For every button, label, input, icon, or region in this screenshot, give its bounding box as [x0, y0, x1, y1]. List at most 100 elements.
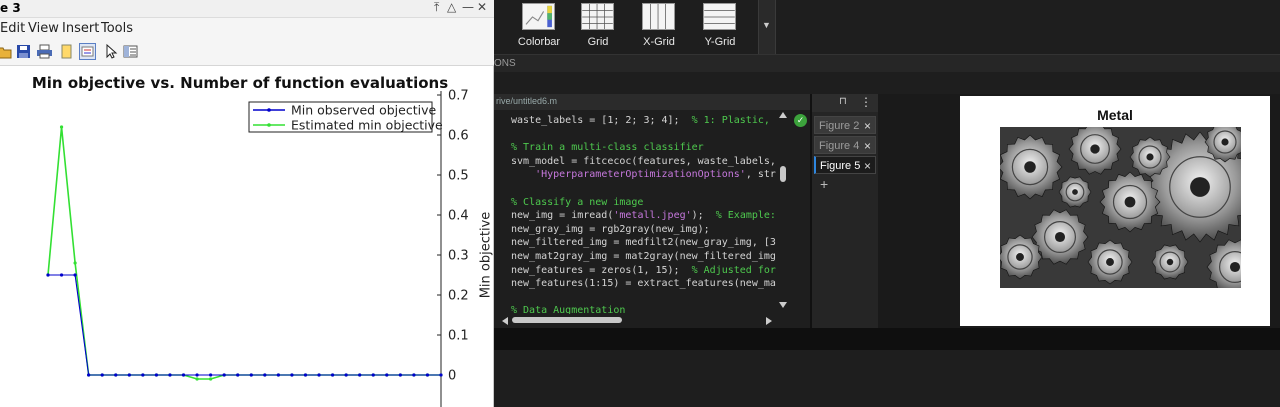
- objective-plot[interactable]: 0 0.1 0.2 0.3 0.4 0.5 0.6 0.7 Min observed objec…: [0, 0, 494, 407]
- colorbar-icon: [522, 3, 555, 30]
- series-point-0: [263, 373, 267, 377]
- y-tick-label: 0: [448, 369, 456, 384]
- code-token: % 1: Plastic, 2: [691, 115, 782, 126]
- series-line-1: [47, 126, 441, 380]
- close-icon[interactable]: ×: [864, 117, 871, 135]
- code-token: 'HyperparameterOptimizationOptions': [535, 169, 746, 181]
- editor-vertical-scroll-thumb[interactable]: [780, 166, 786, 182]
- grid-icon: [581, 3, 614, 30]
- series-point-0: [209, 373, 213, 377]
- command-window[interactable]: [494, 350, 1280, 407]
- series-point-0: [439, 373, 443, 377]
- matlab-ribbon: Colorbar Grid X-Grid Y-Grid ▼ ONS: [494, 0, 1280, 73]
- scroll-down-icon[interactable]: [779, 302, 787, 308]
- series-point-0: [168, 373, 172, 377]
- code-token: new_features = zeros(1, 15);: [511, 264, 692, 276]
- series-point-0: [181, 373, 186, 377]
- metal-figure-title: Metal: [1097, 107, 1133, 123]
- series-point-0: [87, 373, 91, 377]
- series-line-0: [48, 274, 441, 376]
- code-line: svm_model = fitcecoc(features, waste_lab…: [511, 156, 782, 167]
- series-point-0: [385, 373, 389, 377]
- series-point-0: [236, 373, 240, 377]
- code-line: % Classify a new image: [511, 197, 643, 208]
- code-token: );: [691, 210, 716, 222]
- code-token: % Example:: [715, 210, 776, 222]
- tab-figure-5[interactable]: Figure 5 ×: [814, 156, 876, 174]
- code-editor[interactable]: waste_labels = [1; 2; 3; 4]; % 1: Plasti…: [494, 110, 790, 328]
- code-line: % Train a multi-class classifier: [511, 142, 704, 153]
- y-grid-button[interactable]: Y-Grid: [692, 0, 748, 54]
- code-token: waste_labels = [1; 2; 3; 4];: [511, 115, 692, 126]
- code-line: new_mat2gray_img = mat2gray(new_filtered…: [511, 251, 782, 262]
- series-point-0: [303, 373, 308, 377]
- add-figure-button[interactable]: +: [820, 176, 828, 192]
- code-token: new_mat2gray_img = mat2gray(new_filtered…: [511, 251, 782, 262]
- code-token: new_filtered_img = medfilt2(new_gray_img…: [511, 237, 776, 249]
- editor-file-path: rive/untitled6.m: [496, 96, 558, 106]
- gear-shape: [1099, 171, 1161, 233]
- series-point-0: [222, 373, 226, 377]
- scroll-left-icon[interactable]: [502, 317, 508, 325]
- code-token: % Adjusted for: [691, 264, 776, 276]
- ribbon-divider: [775, 0, 776, 54]
- code-line: waste_labels = [1; 2; 3; 4]; % 1: Plasti…: [511, 115, 782, 126]
- code-token: % Classify a new image: [511, 196, 644, 208]
- editor-vertical-scrollbar[interactable]: [776, 110, 790, 314]
- gear-shape: [1000, 134, 1063, 200]
- series-point-0: [127, 373, 131, 377]
- x-grid-button[interactable]: X-Grid: [631, 0, 687, 54]
- grid-button[interactable]: Grid: [570, 0, 626, 54]
- metal-figure[interactable]: Metal: [960, 96, 1270, 326]
- tab-figure-4[interactable]: Figure 4 ×: [814, 136, 876, 154]
- code-token: new_img = imread(: [511, 210, 614, 222]
- close-icon[interactable]: ×: [864, 137, 871, 155]
- code-token: 'metall.jpeg': [613, 210, 692, 222]
- code-line: new_img = imread('metall.jpeg'); % Examp…: [511, 210, 776, 221]
- ribbon-section-label: ONS: [494, 58, 516, 69]
- code-token: new_features(1:15) = extract_features(ne…: [511, 278, 782, 290]
- series-point-0: [249, 373, 253, 377]
- scroll-up-icon[interactable]: [779, 112, 787, 118]
- tab-label: Figure 5: [820, 160, 861, 172]
- close-icon[interactable]: ×: [864, 157, 871, 175]
- y-tick-label: 0.6: [448, 129, 469, 144]
- series-point-0: [59, 273, 64, 277]
- figure-tabs-header: ⊓ ⋮: [812, 94, 878, 112]
- layout-icon[interactable]: ⊓: [839, 96, 847, 107]
- code-line: new_features(1:15) = extract_features(ne…: [511, 278, 782, 289]
- tab-label: Figure 4: [819, 140, 860, 152]
- code-analyzer-ok-icon[interactable]: ✓: [794, 114, 807, 127]
- legend-marker: [267, 123, 271, 127]
- series-point-1: [209, 377, 213, 381]
- colorbar-button[interactable]: Colorbar: [511, 0, 567, 54]
- editor-horizontal-scrollbar[interactable]: [500, 314, 776, 326]
- series-point-0: [412, 373, 416, 377]
- gears-image: [1000, 127, 1241, 288]
- editor-horizontal-scroll-thumb[interactable]: [512, 317, 622, 323]
- more-options-icon[interactable]: ⋮: [860, 95, 872, 109]
- series-point-0: [141, 373, 145, 377]
- code-line: new_features = zeros(1, 15); % Adjusted …: [511, 265, 776, 276]
- x-grid-icon: [642, 3, 675, 30]
- series-point-0: [344, 373, 348, 377]
- code-line: new_filtered_img = medfilt2(new_gray_img…: [511, 237, 776, 248]
- scroll-right-icon[interactable]: [766, 317, 772, 325]
- ribbon-gap: [494, 72, 1280, 94]
- y-tick-label: 0.4: [448, 209, 469, 224]
- y-tick-label: 0.3: [448, 249, 469, 264]
- code-line: new_gray_img = rgb2gray(new_img);: [511, 224, 710, 235]
- series-point-0: [195, 373, 199, 377]
- legend-entry: Estimated min objective: [291, 118, 443, 133]
- y-axis-label: Min objective: [478, 211, 494, 299]
- series-point-0: [276, 373, 280, 377]
- legend-marker: [267, 108, 271, 112]
- series-point-0: [398, 373, 402, 377]
- y-tick-label: 0.5: [448, 169, 469, 184]
- code-token: new_gray_img = rgb2gray(new_img);: [511, 223, 710, 235]
- tab-label: Figure 2: [819, 120, 860, 132]
- editor-header: rive/untitled6.m: [494, 94, 810, 110]
- tab-figure-2[interactable]: Figure 2 ×: [814, 116, 876, 134]
- series-point-0: [100, 373, 104, 377]
- legend-entry: Min observed objective: [291, 103, 436, 118]
